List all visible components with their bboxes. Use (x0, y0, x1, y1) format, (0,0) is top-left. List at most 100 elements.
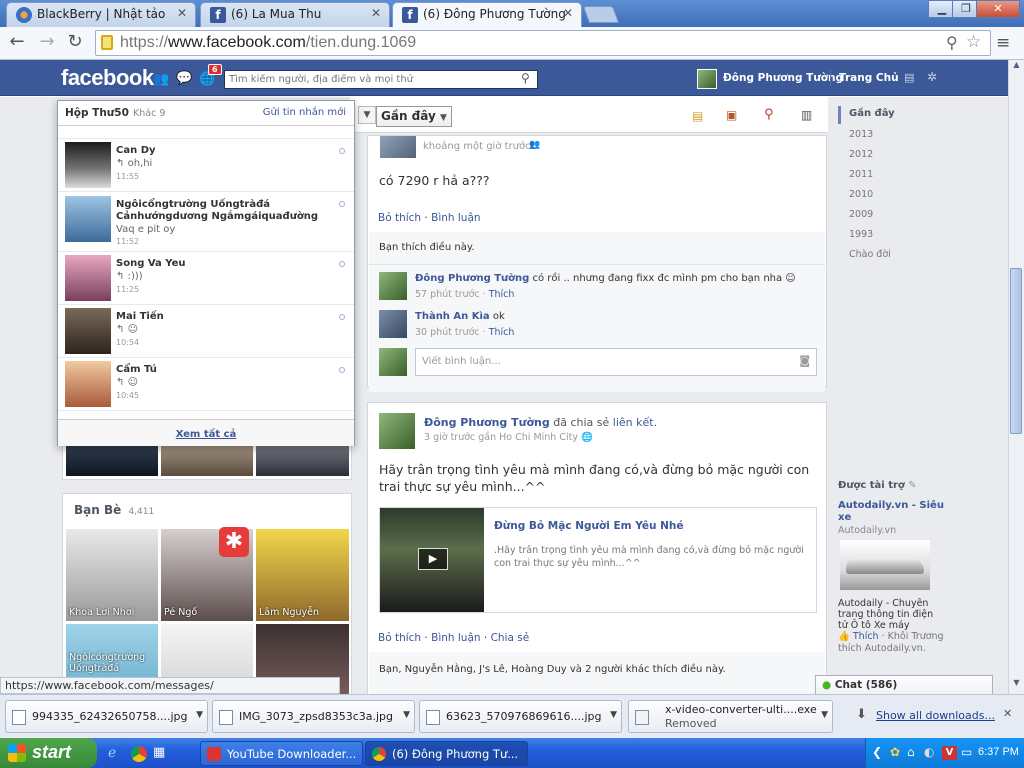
tray-expand-icon[interactable]: ❮ (872, 745, 882, 759)
close-tab-icon[interactable]: ✕ (177, 6, 187, 20)
chevron-down-icon: ▼ (440, 113, 447, 123)
camera-icon[interactable]: ◙ (799, 354, 810, 367)
avatar[interactable] (379, 413, 415, 449)
wrench-menu-icon[interactable]: ≡ (996, 33, 1010, 53)
year-item[interactable]: 2010 (849, 189, 873, 200)
tab-blackberry[interactable]: BlackBerry | Nhật tảo ✕ (6, 2, 196, 27)
play-icon[interactable]: ▶ (418, 548, 448, 570)
facebook-search-input[interactable] (229, 72, 519, 87)
show-all-downloads-link[interactable]: Show all downloads... (876, 709, 995, 722)
chevron-down-icon[interactable]: ▼ (610, 710, 617, 720)
avatar[interactable] (697, 69, 717, 89)
taskbar-item-chrome[interactable]: (6) Đông Phương Tư... (365, 741, 528, 766)
year-item[interactable]: 2013 (849, 129, 873, 140)
show-desktop-icon[interactable]: ▦ (153, 745, 165, 760)
mark-read-icon[interactable] (339, 314, 345, 320)
chevron-down-icon[interactable]: ▼ (196, 710, 203, 720)
friend-tile[interactable]: Khoa Lơi Nhơi (66, 529, 158, 621)
year-item[interactable]: Chào đời (849, 249, 891, 260)
friends-heading[interactable]: Bạn Bè 4,411 (74, 503, 154, 517)
chevron-down-icon[interactable]: ▼ (403, 710, 410, 720)
mark-read-icon[interactable] (339, 261, 345, 267)
messages-icon[interactable]: 💬 (176, 71, 192, 86)
start-button[interactable]: start (0, 738, 97, 768)
year-item[interactable]: 2009 (849, 209, 873, 220)
new-tab-button[interactable] (582, 6, 620, 23)
clock[interactable]: 6:37 PM (978, 746, 1019, 758)
search-icon[interactable]: ⚲ (946, 33, 958, 52)
message-thread-item[interactable]: Song Va Yeu ↰ :))) 11:25 (58, 252, 354, 305)
year-item[interactable]: Gần đây (849, 108, 895, 119)
mark-read-icon[interactable] (339, 201, 345, 207)
avatar[interactable] (379, 310, 407, 338)
comment: Đông Phương Tường có rồi .. nhưng đang f… (415, 273, 796, 284)
gear-icon[interactable]: ✲ (927, 70, 937, 84)
book-icon[interactable]: ▥ (801, 108, 812, 122)
message-thread-item[interactable]: Mai Tiến ↰ ☺ 10:54 (58, 305, 354, 358)
address-bar[interactable]: https://www.facebook.com/tien.dung.1069 … (95, 30, 991, 56)
comment-input[interactable]: Viết bình luận... ◙ (415, 348, 817, 376)
message-thread-item[interactable]: Cẩm Tú ↰ ☺ 10:45 (58, 358, 354, 411)
facebook-search-box[interactable]: ⚲ (224, 70, 538, 89)
reload-icon[interactable]: ↻ (64, 32, 86, 54)
photo-album-icon[interactable]: ▣ (726, 108, 737, 122)
close-tab-icon[interactable]: ✕ (371, 6, 381, 20)
video-thumbnail[interactable]: ▶ (380, 508, 484, 612)
avatar[interactable] (379, 272, 407, 300)
pencil-icon[interactable]: ✎ (908, 480, 916, 491)
mark-read-icon[interactable] (339, 148, 345, 154)
close-downloads-icon[interactable]: ✕ (1003, 707, 1012, 720)
post-text: Hãy trân trọng tình yêu mà mình đang có,… (379, 462, 810, 494)
recent-filter-dropdown[interactable]: Gần đây ▼ (376, 106, 452, 127)
scroll-up-icon[interactable]: ▲ (1009, 60, 1024, 76)
close-tab-icon[interactable]: ✕ (563, 6, 573, 20)
year-item[interactable]: 2011 (849, 169, 873, 180)
scroll-down-icon[interactable]: ▼ (1009, 678, 1024, 694)
facebook-logo[interactable]: facebook (61, 65, 154, 91)
internet-explorer-icon[interactable]: ℯ (108, 745, 116, 761)
friend-tile[interactable]: Lâm Nguyễn (256, 529, 349, 621)
message-thread-item[interactable]: Ngôicổngtrường Uốngtràđá Cảnhướngdương N… (58, 192, 354, 252)
friend-tile[interactable]: ✱ Pé Ngố (161, 527, 253, 621)
tray-antivirus-icon[interactable]: V (942, 746, 957, 760)
privacy-shortcuts-icon[interactable]: ▤ (904, 71, 914, 84)
mark-read-icon[interactable] (339, 367, 345, 373)
download-item[interactable]: 994335_62432650758....jpg ▼ (5, 700, 208, 733)
search-icon[interactable]: ⚲ (521, 71, 530, 85)
friends-audience-icon[interactable]: 👥 (529, 140, 540, 150)
see-all-messages-link[interactable]: Xem tất cả (176, 429, 237, 440)
tab-la-mua-thu[interactable]: f (6) La Mua Thu ✕ (200, 2, 390, 27)
note-icon[interactable]: ▤ (692, 109, 703, 123)
forward-arrow-icon[interactable]: → (36, 32, 58, 54)
map-pin-icon[interactable]: ⚲ (764, 107, 774, 122)
globe-audience-icon[interactable]: 🌐 (581, 432, 593, 443)
friend-requests-icon[interactable]: 👥 (153, 72, 169, 87)
chat-bar[interactable]: ● Chat (586) (815, 675, 993, 694)
profile-link[interactable]: Đông Phương Tường (723, 72, 843, 84)
post-author[interactable]: Đông Phương Tường (424, 416, 550, 429)
ad-car-image[interactable] (840, 540, 930, 590)
tray-window-icon[interactable]: ▭ (961, 745, 972, 759)
back-arrow-icon[interactable]: ← (6, 32, 28, 54)
taskbar-item-youtube-downloader[interactable]: YouTube Downloader... (200, 741, 363, 766)
home-link[interactable]: Trang Chủ (839, 72, 899, 84)
tray-volume-icon[interactable]: ◐ (924, 745, 934, 759)
close-window-button[interactable]: ✕ (976, 0, 1020, 18)
download-item[interactable]: IMG_3073_zpsd8353c3a.jpg ▼ (212, 700, 415, 733)
scrollbar-thumb[interactable] (1010, 268, 1022, 434)
dropdown-arrow-icon[interactable]: ▼ (358, 106, 376, 124)
avatar[interactable] (380, 136, 416, 158)
download-item[interactable]: 63623_570976869616....jpg ▼ (419, 700, 622, 733)
download-item[interactable]: x-video-converter-ulti....exe Removed ▼ (628, 700, 833, 733)
tray-network-icon[interactable]: ⌂ (907, 745, 915, 759)
message-thread-item[interactable]: Can Dy ↰ oh,hi 11:55 (58, 139, 354, 192)
tab-dong-phuong-tuong[interactable]: f (6) Đông Phương Tường ✕ (392, 2, 582, 27)
chevron-down-icon[interactable]: ▼ (821, 710, 828, 720)
tray-app-icon[interactable]: ✿ (890, 745, 900, 759)
chrome-icon[interactable] (131, 746, 147, 762)
year-item[interactable]: 1993 (849, 229, 873, 240)
shared-link-preview[interactable]: ▶ Đừng Bỏ Mặc Người Em Yêu Nhé .Hãy trân… (379, 507, 817, 613)
year-item[interactable]: 2012 (849, 149, 873, 160)
send-new-message-link[interactable]: Gửi tin nhắn mới (263, 107, 346, 118)
star-icon[interactable]: ☆ (966, 32, 981, 52)
